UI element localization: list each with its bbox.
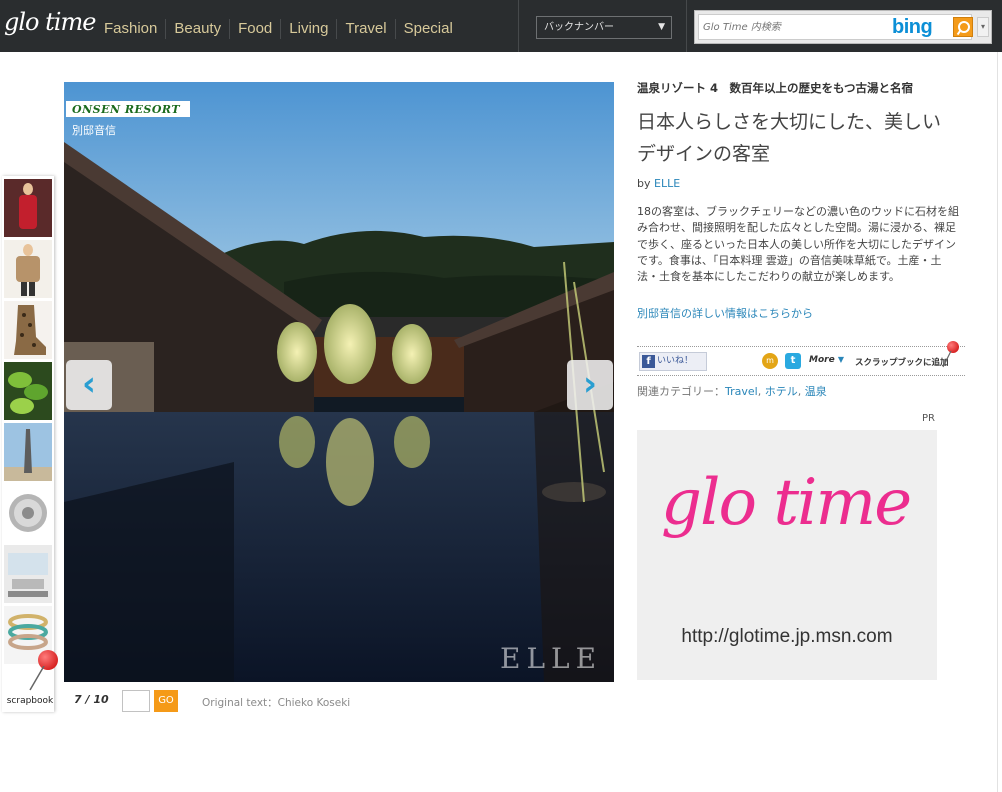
scrapbook-label[interactable]: scrapbook	[2, 696, 58, 706]
facebook-like-button[interactable]: f いいね！	[639, 352, 707, 371]
scrapbook-thumb-fashion-jacket[interactable]	[4, 240, 52, 298]
gallery-photo: ONSEN RESORT 別邸音信 ELLE ‹ ›	[64, 82, 614, 682]
add-to-scrapbook-label: スクラップブックに追加	[855, 358, 949, 368]
related-link-hotel[interactable]: ホテル	[765, 385, 798, 398]
related-link-travel[interactable]: Travel	[725, 385, 758, 398]
byline-prefix: by	[637, 177, 651, 190]
related-link-onsen[interactable]: 温泉	[805, 385, 827, 398]
more-share-button[interactable]: More ▼	[809, 355, 844, 365]
nav-item-travel[interactable]: Travel	[336, 19, 394, 39]
nav-item-living[interactable]: Living	[280, 19, 336, 39]
article-headline: 日本人らしさを大切にした、美しいデザインの客室	[637, 111, 942, 165]
nav-item-food[interactable]: Food	[229, 19, 280, 39]
share-bar: f いいね！ m t More ▼ スクラップブックに追加	[637, 341, 965, 376]
article-kicker: 温泉リゾート 4 数百年以上の歴史をもつ古湯と名宿	[637, 81, 914, 95]
page-right-border	[997, 52, 998, 792]
onsen-resort-photo	[64, 82, 614, 682]
chevron-down-icon: ▼	[837, 355, 844, 364]
article-body: 18の客室は、ブラックチェリーなどの濃い色のウッドに石材を組み合わせ、間接照明を…	[637, 205, 959, 284]
top-navigation-bar: glo time Fashion Beauty Food Living Trav…	[0, 0, 1002, 52]
chevron-left-icon: ‹	[81, 364, 96, 404]
like-label: いいね！	[657, 356, 694, 366]
scrapbook-thumb-leopard-boots[interactable]	[4, 301, 52, 359]
related-label: 関連カテゴリー：	[637, 385, 725, 398]
details-link[interactable]: 別邸音信の詳しい情報はこちらから	[637, 305, 813, 321]
nav-divider	[686, 0, 687, 52]
nav-item-fashion[interactable]: Fashion	[96, 19, 165, 39]
bing-logo: bing	[892, 16, 933, 38]
add-to-scrapbook-button[interactable]: スクラップブックに追加	[855, 356, 949, 368]
ad-url: http://glotime.jp.msn.com	[681, 626, 893, 647]
scrapbook-thumb-tower[interactable]	[4, 423, 52, 481]
facebook-icon: f	[642, 355, 655, 368]
pin-needle-icon	[942, 351, 952, 368]
photo-counter: 7 / 10	[74, 693, 109, 706]
byline-author-link[interactable]: ELLE	[654, 177, 680, 190]
scrapbook-thumb-green-leaves[interactable]	[4, 362, 52, 420]
pr-label: PR	[922, 413, 935, 424]
site-logo[interactable]: glo time	[4, 8, 96, 36]
backnumber-select[interactable]: バックナンバー ▼	[536, 16, 672, 39]
ad-glotime-logo: glo time	[661, 466, 912, 540]
chevron-right-icon: ›	[582, 364, 597, 404]
page-number-input[interactable]	[122, 690, 150, 712]
related-categories: 関連カテゴリー：Travel, ホテル, 温泉	[637, 385, 827, 398]
search-icon[interactable]	[953, 17, 973, 37]
elle-watermark: ELLE	[500, 642, 603, 675]
dropdown-caret-icon: ▼	[658, 22, 665, 32]
nav-divider	[518, 0, 519, 52]
scrapbook-thumb-interior[interactable]	[4, 545, 52, 603]
onsen-resort-badge: ONSEN RESORT	[66, 101, 191, 117]
prev-photo-button[interactable]: ‹	[66, 360, 112, 410]
twitter-icon[interactable]: t	[785, 353, 801, 369]
scrapbook-thumb-silver-badge[interactable]	[4, 484, 52, 542]
nav-item-beauty[interactable]: Beauty	[165, 19, 229, 39]
more-share-label: More	[809, 355, 835, 365]
mixi-icon[interactable]: m	[762, 353, 778, 369]
byline: by ELLE	[637, 177, 680, 190]
scrapbook-thumb-red-dress[interactable]	[4, 179, 52, 237]
onsen-resort-subtitle: 別邸音信	[72, 124, 116, 137]
search-box: bing ▾	[694, 10, 992, 44]
backnumber-label: バックナンバー	[544, 22, 614, 33]
nav-item-special[interactable]: Special	[394, 19, 461, 39]
main-nav: Fashion Beauty Food Living Travel Specia…	[96, 14, 461, 44]
search-dropdown-chevron-icon[interactable]: ▾	[977, 17, 989, 37]
go-button[interactable]: GO	[154, 690, 178, 712]
next-photo-button[interactable]: ›	[567, 360, 613, 410]
pin-needle-icon	[29, 666, 45, 691]
original-text-credit: Original text：Chieko Koseki	[202, 697, 351, 709]
advertisement-banner[interactable]: glo time http://glotime.jp.msn.com	[637, 430, 937, 680]
scrapbook-strip: scrapbook	[2, 176, 58, 712]
